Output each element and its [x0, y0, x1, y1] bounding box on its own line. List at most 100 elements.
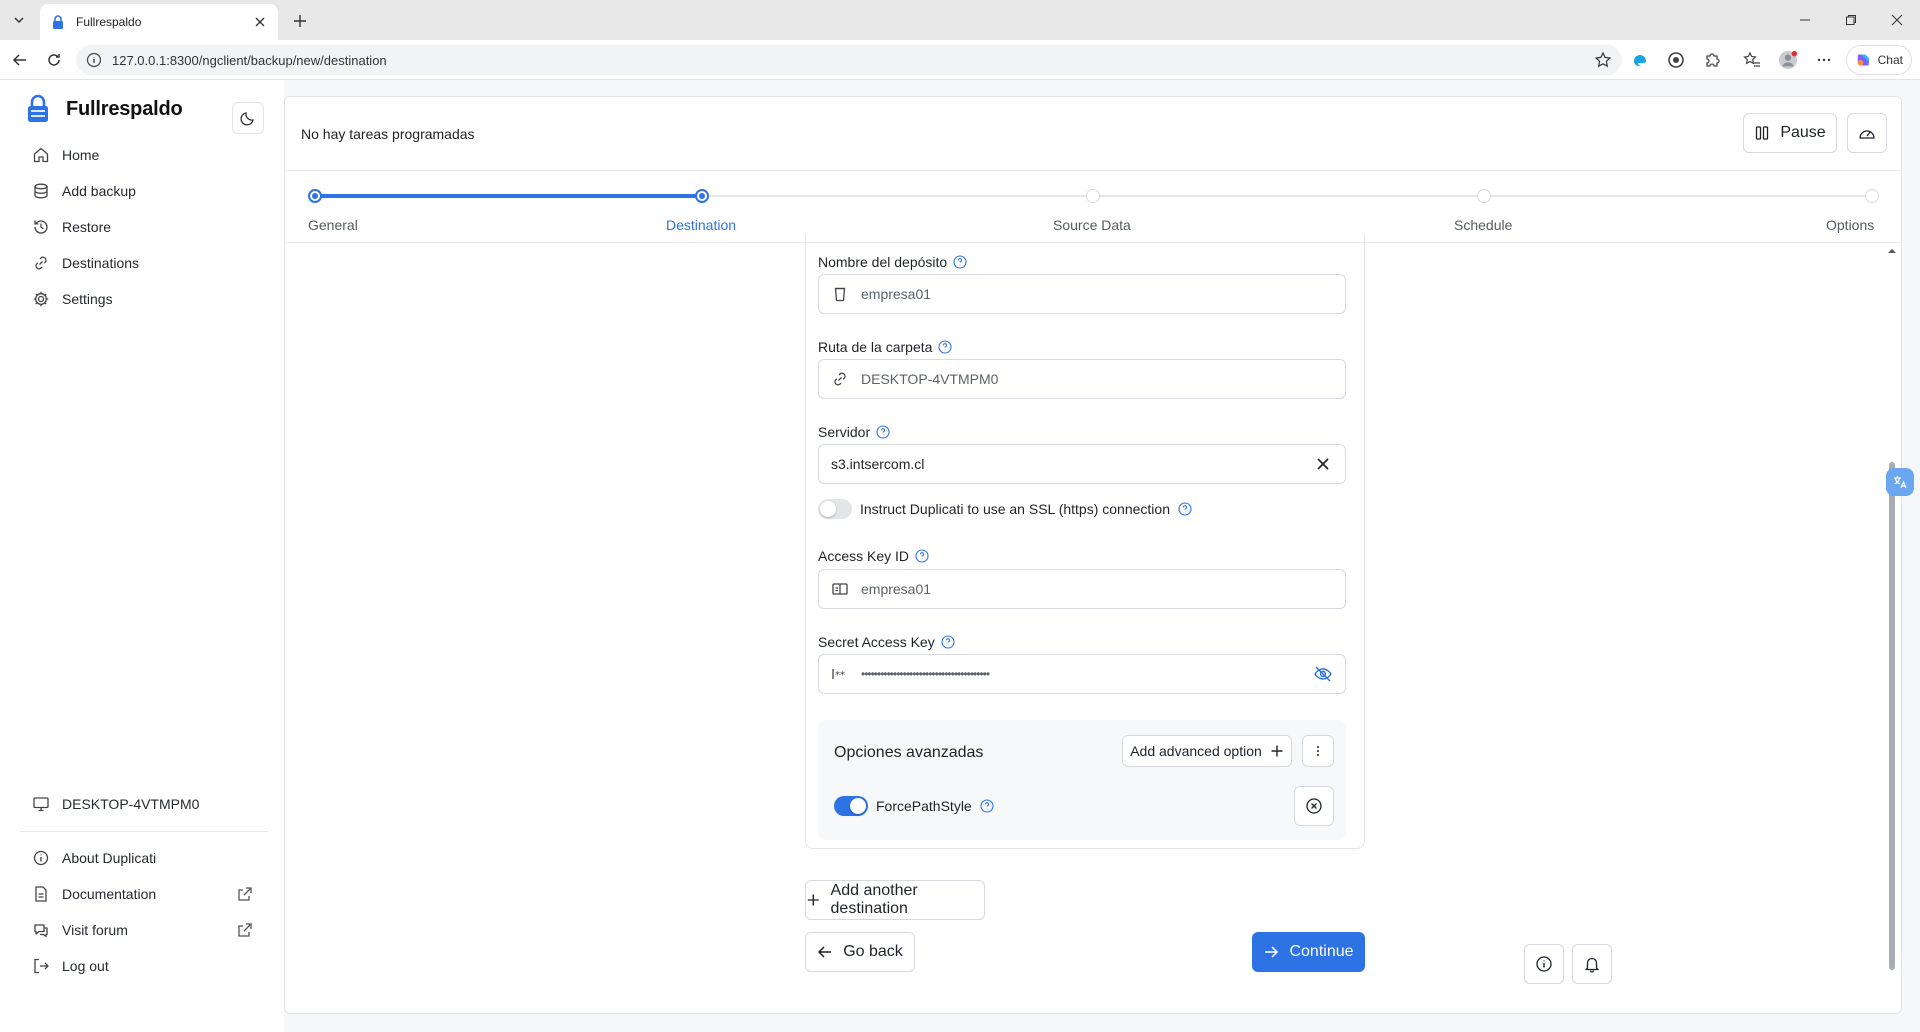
plus-icon: [1271, 745, 1283, 757]
step-dot-source-data[interactable]: [1086, 189, 1100, 203]
link-icon: [35, 256, 47, 270]
sidebar: Fullrespaldo Home Add backup Restore Des…: [0, 80, 284, 1032]
password-icon: **: [832, 669, 845, 681]
minimize-button[interactable]: [1782, 8, 1828, 32]
puzzle-extension-icon[interactable]: [1702, 50, 1722, 70]
continue-button[interactable]: Continue: [1252, 932, 1365, 972]
close-icon[interactable]: [252, 14, 268, 30]
pause-button[interactable]: Pause: [1743, 113, 1837, 153]
gear-icon: [33, 291, 49, 307]
ssl-toggle-row: Instruct Duplicati to use an SSL (https)…: [818, 499, 1192, 519]
back-button[interactable]: [8, 48, 32, 72]
folder-path-value: DESKTOP-4VTMPM0: [861, 371, 999, 387]
sidebar-item-label: Log out: [62, 958, 109, 974]
sidebar-item-label: Home: [62, 147, 100, 163]
brand-name: Fullrespaldo: [66, 97, 183, 120]
force-path-style-toggle[interactable]: [834, 796, 868, 816]
brand[interactable]: Fullrespaldo: [26, 94, 183, 124]
folder-path-input[interactable]: DESKTOP-4VTMPM0: [818, 359, 1346, 399]
step-label-general[interactable]: General: [308, 217, 358, 233]
close-icon: [1891, 14, 1903, 26]
access-key-value: empresa01: [861, 581, 932, 597]
theme-toggle-button[interactable]: [232, 102, 264, 134]
tab-title: Fullrespaldo: [76, 15, 142, 29]
favorites-icon[interactable]: [1742, 50, 1762, 70]
help-icon[interactable]: [1178, 502, 1192, 516]
step-label-options[interactable]: Options: [1826, 217, 1874, 233]
secret-key-input[interactable]: ** •••••••••••••••••••••••••••••••••••••…: [818, 654, 1346, 694]
sidebar-item-home[interactable]: Home: [20, 137, 268, 173]
close-window-button[interactable]: [1874, 8, 1920, 32]
bucket-input[interactable]: empresa01: [818, 274, 1346, 314]
edge-extension-icon[interactable]: [1630, 50, 1650, 70]
sidebar-item-about[interactable]: About Duplicati: [20, 840, 268, 876]
remove-option-button[interactable]: [1294, 786, 1334, 826]
eye-off-icon[interactable]: [1313, 664, 1333, 684]
content-scrollbar[interactable]: [1885, 244, 1899, 1013]
advanced-more-button[interactable]: [1302, 735, 1334, 767]
tab-list-button[interactable]: [6, 8, 32, 32]
kebab-menu-icon: [1317, 746, 1319, 756]
about-button[interactable]: [1524, 944, 1564, 984]
help-icon[interactable]: [953, 255, 967, 269]
sidebar-machine-name[interactable]: DESKTOP-4VTMPM0: [20, 786, 268, 822]
restore-icon: [1846, 15, 1856, 25]
arrow-right-icon: [1265, 946, 1279, 958]
translate-icon[interactable]: [1886, 468, 1914, 496]
sidebar-item-label: Settings: [62, 291, 113, 307]
clear-icon[interactable]: [1313, 454, 1333, 474]
help-icon[interactable]: [938, 340, 952, 354]
sidebar-item-restore[interactable]: Restore: [20, 209, 268, 245]
step-label-source-data[interactable]: Source Data: [1053, 217, 1131, 233]
chat-button[interactable]: Chat: [1846, 45, 1912, 75]
database-icon: [34, 183, 48, 199]
ssl-toggle[interactable]: [818, 499, 852, 519]
sidebar-item-settings[interactable]: Settings: [20, 281, 268, 317]
scroll-up-icon[interactable]: [1885, 246, 1899, 256]
copilot-extension-icon[interactable]: [1666, 50, 1686, 70]
server-label-text: Servidor: [818, 424, 871, 440]
sidebar-item-forum[interactable]: Visit forum: [20, 912, 268, 948]
add-destination-button[interactable]: Add another destination: [805, 880, 985, 920]
svg-text:**: **: [835, 670, 845, 681]
machine-name-label: DESKTOP-4VTMPM0: [62, 796, 200, 812]
url-field[interactable]: 127.0.0.1:8300/ngclient/backup/new/desti…: [76, 45, 1622, 75]
add-advanced-option-button[interactable]: Add advanced option: [1122, 735, 1292, 767]
add-destination-label: Add another destination: [830, 882, 918, 917]
step-dot-general[interactable]: [308, 189, 322, 203]
star-icon[interactable]: [1594, 51, 1612, 69]
profile-avatar-icon[interactable]: [1778, 50, 1798, 70]
help-icon[interactable]: [915, 549, 929, 563]
lock-favicon-icon: [53, 15, 63, 29]
sidebar-item-documentation[interactable]: Documentation: [20, 876, 268, 912]
restore-button[interactable]: [1828, 8, 1874, 32]
browser-tab[interactable]: Fullrespaldo: [40, 4, 278, 40]
continue-label: Continue: [1289, 943, 1354, 960]
main-panel: No hay tareas programadas Pause General …: [284, 96, 1902, 1014]
scroll-thumb[interactable]: [1889, 462, 1895, 970]
help-icon[interactable]: [876, 425, 890, 439]
access-key-input[interactable]: empresa01: [818, 569, 1346, 609]
step-dot-options[interactable]: [1865, 189, 1879, 203]
sidebar-item-logout[interactable]: Log out: [20, 948, 268, 984]
more-menu-icon[interactable]: [1814, 50, 1834, 70]
external-link-icon: [238, 923, 252, 937]
step-dot-destination[interactable]: [695, 189, 709, 203]
arrow-left-icon: [818, 946, 832, 958]
notifications-button[interactable]: [1572, 944, 1612, 984]
external-link-icon: [238, 887, 252, 901]
step-dot-schedule[interactable]: [1477, 189, 1491, 203]
help-icon[interactable]: [941, 635, 955, 649]
info-icon[interactable]: [86, 52, 102, 68]
sidebar-item-destinations[interactable]: Destinations: [20, 245, 268, 281]
throttle-button[interactable]: [1847, 113, 1887, 153]
step-label-destination[interactable]: Destination: [666, 217, 736, 233]
help-icon[interactable]: [980, 799, 994, 813]
new-tab-button[interactable]: [288, 9, 312, 33]
step-label-schedule[interactable]: Schedule: [1454, 217, 1512, 233]
reload-button[interactable]: [42, 48, 66, 72]
info-icon: [1536, 956, 1552, 972]
sidebar-item-add-backup[interactable]: Add backup: [20, 173, 268, 209]
server-select[interactable]: s3.intsercom.cl: [818, 444, 1346, 484]
go-back-button[interactable]: Go back: [805, 932, 915, 972]
